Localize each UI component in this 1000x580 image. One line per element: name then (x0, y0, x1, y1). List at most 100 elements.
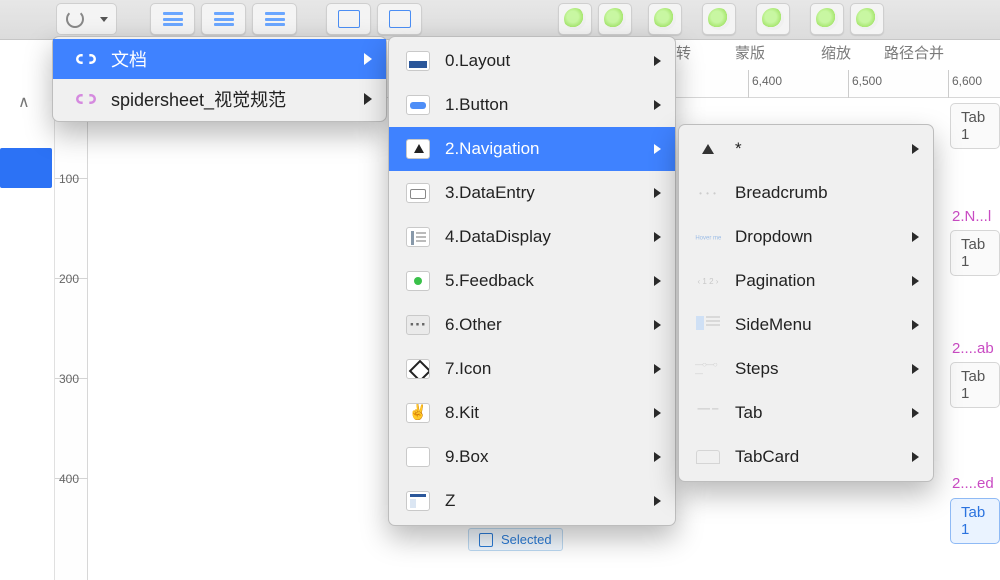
menu3-item-label: Tab (735, 403, 762, 423)
sidemenu-icon (695, 312, 721, 338)
toolbar-label-zhuan: 转 (676, 42, 691, 63)
breadcrumb-truncated[interactable]: 2.N...l (952, 208, 991, 225)
toolbar-label-mask: 蒙版 (735, 42, 765, 63)
menu2-item-label: 7.Icon (445, 359, 491, 379)
sync-dropdown[interactable] (92, 3, 117, 35)
menu3-item-steps[interactable]: Steps (679, 347, 933, 391)
chevron-right-icon (912, 276, 919, 286)
toolbar-label-zoom: 缩放 (821, 42, 851, 63)
ruler-v-tick: 200 (59, 272, 79, 286)
pathop-button-1[interactable] (810, 3, 844, 35)
menu2-item-label: 0.Layout (445, 51, 510, 71)
ruler-v-tick: 300 (59, 372, 79, 386)
tab-chip-selected[interactable]: Tab 1 (950, 498, 1000, 544)
menu2-item-dataentry[interactable]: 3.DataEntry (389, 171, 675, 215)
other-icon (405, 312, 431, 338)
chevron-right-icon (654, 496, 661, 506)
group-button-1[interactable] (326, 3, 371, 35)
tab-icon (695, 400, 721, 426)
selected-pill[interactable]: Selected (468, 528, 563, 551)
tab-chip[interactable]: Tab 1 (950, 230, 1000, 276)
align-button-3[interactable] (252, 3, 297, 35)
link-icon (75, 86, 97, 112)
menu3-item-tabcard[interactable]: TabCard (679, 435, 933, 479)
navigation-icon (405, 136, 431, 162)
datadisplay-icon (405, 224, 431, 250)
ruler-h-tick: 6,500 (852, 74, 882, 88)
rotate-button-1[interactable] (558, 3, 592, 35)
breadcrumb-truncated[interactable]: 2....ab (952, 340, 994, 357)
layout-icon (405, 48, 431, 74)
align-button-1[interactable] (150, 3, 195, 35)
star-icon (695, 136, 721, 162)
chevron-right-icon (654, 188, 661, 198)
tab-chip[interactable]: Tab 1 (950, 362, 1000, 408)
rotate-button-2[interactable] (598, 3, 632, 35)
selection-icon (479, 533, 493, 547)
menu2-item-label: 2.Navigation (445, 139, 540, 159)
menu3-item-label: Breadcrumb (735, 183, 828, 203)
menu2-item-label: 3.DataEntry (445, 183, 535, 203)
chevron-right-icon (654, 320, 661, 330)
menu3-item-dropdown[interactable]: Dropdown (679, 215, 933, 259)
menu2-item-label: 8.Kit (445, 403, 479, 423)
menu2-item-box[interactable]: 9.Box (389, 435, 675, 479)
top-toolbar (0, 0, 1000, 40)
group-button-2[interactable] (377, 3, 422, 35)
chevron-right-icon (912, 364, 919, 374)
blob-icon (708, 8, 730, 30)
context-menu-level1: 文档 spidersheet_视觉规范 (52, 36, 387, 122)
menu2-item-kit[interactable]: 8.Kit (389, 391, 675, 435)
steps-icon (695, 356, 721, 382)
menu1-item-doc[interactable]: 文档 (53, 39, 386, 79)
menu3-item-star[interactable]: * (679, 127, 933, 171)
menu2-item-icon[interactable]: 7.Icon (389, 347, 675, 391)
chevron-right-icon (912, 144, 919, 154)
selected-artboard-indicator[interactable] (0, 148, 52, 188)
menu3-item-pagination[interactable]: Pagination (679, 259, 933, 303)
menu3-item-label: TabCard (735, 447, 799, 467)
context-menu-level2: 0.Layout 1.Button 2.Navigation 3.DataEnt… (388, 36, 676, 526)
menu3-item-sidemenu[interactable]: SideMenu (679, 303, 933, 347)
menu2-item-navigation[interactable]: 2.Navigation (389, 127, 675, 171)
menu2-item-label: 5.Feedback (445, 271, 534, 291)
sync-icon (66, 10, 84, 28)
chevron-right-icon (654, 408, 661, 418)
menu3-item-label: Steps (735, 359, 778, 379)
menu2-item-z[interactable]: Z (389, 479, 675, 523)
mask-button[interactable] (702, 3, 736, 35)
menu2-item-button[interactable]: 1.Button (389, 83, 675, 127)
breadcrumb-truncated[interactable]: 2....ed (952, 475, 994, 492)
z-icon (405, 488, 431, 514)
zoom-button[interactable] (756, 3, 790, 35)
menu2-item-label: 9.Box (445, 447, 488, 467)
ruler-vertical: 100 200 300 400 (55, 98, 88, 580)
pathop-button-2[interactable] (850, 3, 884, 35)
chevron-right-icon (654, 56, 661, 66)
box-icon (405, 444, 431, 470)
menu2-item-feedback[interactable]: 5.Feedback (389, 259, 675, 303)
tab-chip[interactable]: Tab 1 (950, 103, 1000, 149)
ruler-h-tick: 6,600 (952, 74, 982, 88)
menu1-item-spidersheet[interactable]: spidersheet_视觉规范 (53, 79, 386, 119)
collapse-toggle[interactable]: ∧ (18, 92, 30, 112)
flip-button[interactable] (648, 3, 682, 35)
link-icon (75, 46, 97, 72)
menu2-item-datadisplay[interactable]: 4.DataDisplay (389, 215, 675, 259)
menu2-item-label: 6.Other (445, 315, 502, 335)
context-menu-level3: * Breadcrumb Dropdown Pagination SideMen… (678, 124, 934, 482)
menu3-item-tab[interactable]: Tab (679, 391, 933, 435)
toolbar-label-pathmerge: 路径合并 (884, 42, 944, 63)
chevron-right-icon (654, 100, 661, 110)
tabcard-icon (695, 444, 721, 470)
chevron-down-icon (100, 17, 108, 22)
menu3-item-breadcrumb[interactable]: Breadcrumb (679, 171, 933, 215)
left-sidebar (0, 70, 55, 580)
pagination-icon (695, 268, 721, 294)
align-button-2[interactable] (201, 3, 246, 35)
sync-button[interactable] (56, 3, 92, 35)
menu2-item-other[interactable]: 6.Other (389, 303, 675, 347)
blob-icon (856, 8, 878, 30)
menu2-item-layout[interactable]: 0.Layout (389, 39, 675, 83)
kit-icon (405, 400, 431, 426)
